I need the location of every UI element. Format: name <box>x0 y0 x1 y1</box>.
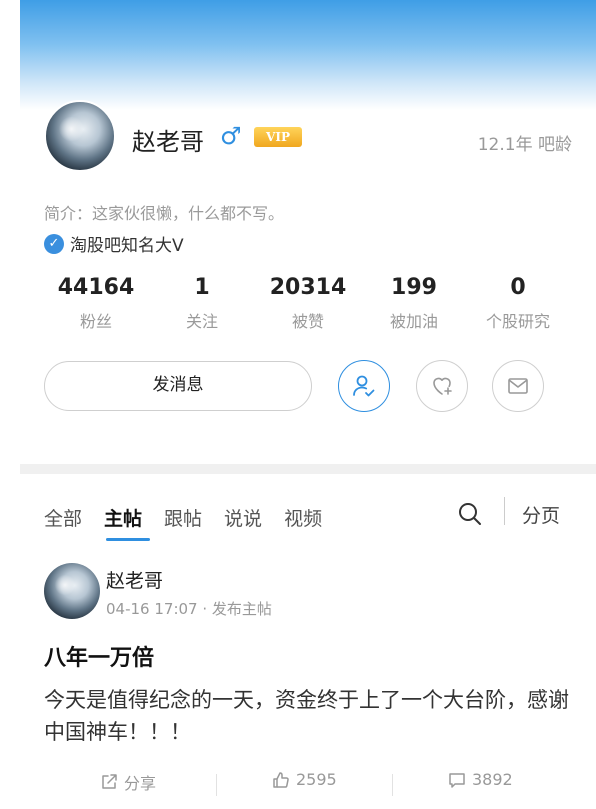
tab-all[interactable]: 全部 <box>44 504 82 531</box>
post-title[interactable]: 八年一万倍 <box>44 640 154 672</box>
heart-plus-icon <box>433 377 452 395</box>
tab-shuoshuo[interactable]: 说说 <box>224 504 262 531</box>
stat-label: 个股研究 <box>485 312 550 331</box>
post-author-name[interactable]: 赵老哥 <box>106 566 163 593</box>
verified-label: 淘股吧知名大V <box>70 236 184 256</box>
vip-badge[interactable]: VIP <box>254 127 302 147</box>
action-divider <box>392 774 393 796</box>
stat-cheered[interactable]: 199 被加油 <box>359 274 469 332</box>
profile-bio: 简介：这家伙很懒，什么都不写。 <box>44 204 285 223</box>
stat-value: 1 <box>194 275 210 300</box>
mail-icon <box>508 378 528 394</box>
follow-button[interactable] <box>338 360 390 412</box>
stat-fans[interactable]: 44164 粉丝 <box>41 274 151 332</box>
stat-value: 0 <box>510 275 526 300</box>
post-body[interactable]: 今天是值得纪念的一天，资金终于上了一个大台阶，感谢中国神车！！！ <box>44 684 584 748</box>
stat-stock-research[interactable]: 0 个股研究 <box>463 274 573 332</box>
profile-username: 赵老哥 <box>132 128 204 156</box>
profile-avatar[interactable] <box>44 100 116 172</box>
post-author-avatar[interactable] <box>44 563 100 619</box>
tab-main-posts[interactable]: 主帖 <box>104 504 142 531</box>
toolbar-divider <box>504 497 505 525</box>
section-divider <box>20 464 596 474</box>
action-divider <box>216 774 217 796</box>
post-actions: 分享 2595 3892 <box>20 770 596 800</box>
stat-label: 关注 <box>185 312 218 331</box>
profile-stats: 44164 粉丝 1 关注 20314 被赞 199 被加油 0 个股研究 <box>20 274 596 334</box>
stat-liked[interactable]: 20314 被赞 <box>253 274 363 332</box>
cheer-button[interactable] <box>416 360 468 412</box>
profile-banner <box>20 0 596 110</box>
followed-user-icon <box>353 375 375 397</box>
male-icon: ♂ <box>220 122 242 150</box>
share-label: 分享 <box>124 774 157 793</box>
stat-following[interactable]: 1 关注 <box>147 274 257 332</box>
comment-icon <box>449 772 465 788</box>
profile-page: 赵老哥 ♂ VIP 12.1年 吧龄 简介：这家伙很懒，什么都不写。 ✓ 淘股吧… <box>20 0 596 809</box>
share-button[interactable]: 分享 <box>100 770 156 794</box>
search-icon[interactable] <box>456 500 484 528</box>
stat-value: 44164 <box>57 275 135 300</box>
active-tab-indicator <box>106 538 150 541</box>
post-meta: 04-16 17:07 · 发布主帖 <box>106 600 272 618</box>
stat-value: 199 <box>391 275 437 300</box>
thumbs-up-icon <box>273 771 289 788</box>
stat-value: 20314 <box>269 275 347 300</box>
send-message-button[interactable]: 发消息 <box>44 361 312 411</box>
comment-button[interactable]: 3892 <box>448 770 513 789</box>
like-count: 2595 <box>296 770 337 789</box>
post-tabs: 全部 主帖 跟帖 说说 视频 <box>44 504 344 531</box>
verified-row: ✓ 淘股吧知名大V <box>44 231 184 256</box>
paging-button[interactable]: 分页 <box>522 501 560 528</box>
tab-replies[interactable]: 跟帖 <box>164 504 202 531</box>
like-button[interactable]: 2595 <box>272 770 337 789</box>
ba-age: 12.1年 吧龄 <box>477 135 572 155</box>
share-icon <box>102 774 117 789</box>
tab-videos[interactable]: 视频 <box>284 504 322 531</box>
mail-button[interactable] <box>492 360 544 412</box>
comment-count: 3892 <box>472 770 513 789</box>
stat-label: 被赞 <box>291 312 324 331</box>
verified-check-icon: ✓ <box>44 233 64 254</box>
stat-label: 被加油 <box>389 312 438 331</box>
stat-label: 粉丝 <box>79 312 112 331</box>
